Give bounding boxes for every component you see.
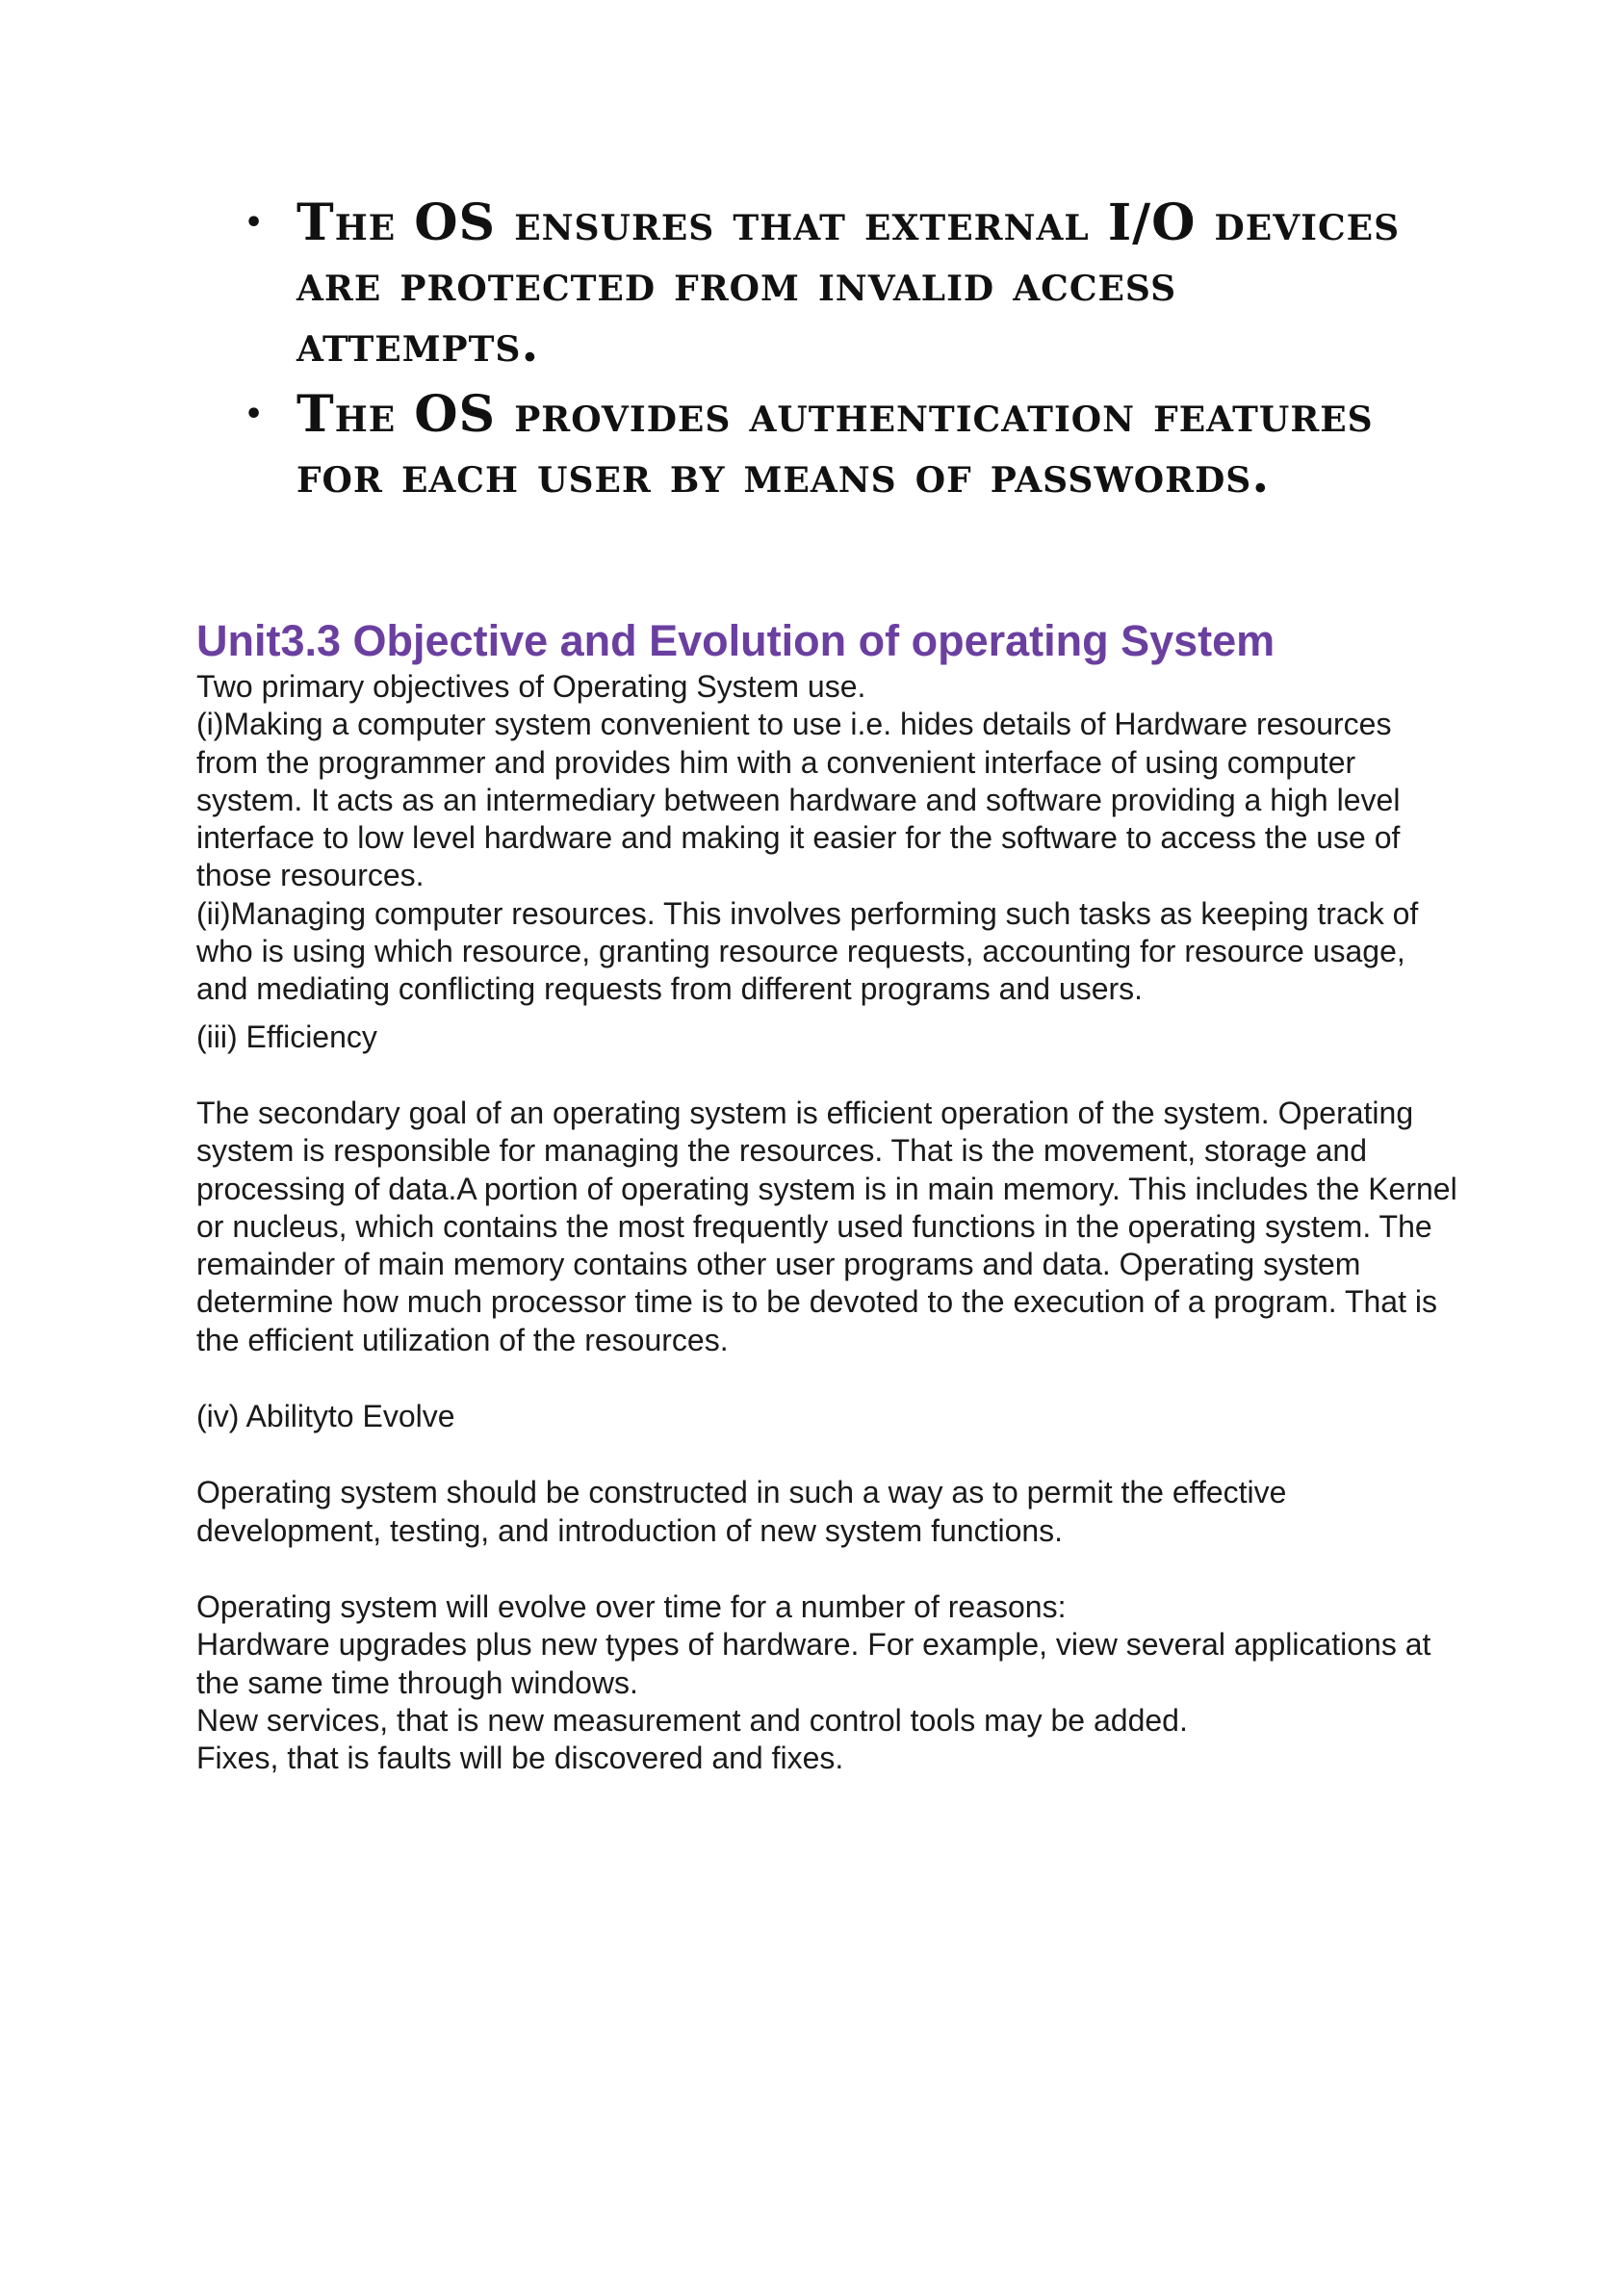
paragraph-reason-fixes: Fixes, that is faults will be discovered…	[196, 1741, 844, 1776]
paragraph-objective-1: (i)Making a computer system convenient t…	[196, 707, 1401, 893]
bullet-marker: •	[245, 206, 265, 240]
paragraph-reason-hardware: Hardware upgrades plus new types of hard…	[196, 1627, 1431, 1700]
section-heading: Unit3.3 Objective and Evolution of opera…	[196, 616, 1275, 665]
document-page: • The OS ensures that external I/O devic…	[0, 0, 1623, 2296]
bullet-text: The OS provides authentication features …	[296, 385, 1374, 504]
paragraph-intro: Two primary objectives of Operating Syst…	[196, 669, 866, 704]
paragraph-evolve: Operating system should be constructed i…	[196, 1475, 1287, 1548]
paragraph-efficiency-label: (iii) Efficiency	[196, 1019, 377, 1054]
bullet-list: • The OS ensures that external I/O devic…	[239, 193, 1432, 515]
paragraph-objective-2: (ii)Managing computer resources. This in…	[196, 895, 1419, 1007]
paragraph-evolve-label: (iv) Abilityto Evolve	[196, 1399, 455, 1434]
bullet-marker: •	[245, 398, 265, 431]
bullet-item-authentication: • The OS provides authentication feature…	[239, 384, 1432, 505]
bullet-item-io-protection: • The OS ensures that external I/O devic…	[239, 193, 1432, 374]
paragraph-efficiency: The secondary goal of an operating syste…	[196, 1095, 1457, 1357]
body-text: Two primary objectives of Operating Syst…	[196, 668, 1457, 1777]
paragraph-reasons-intro: Operating system will evolve over time f…	[196, 1588, 1067, 1624]
bullet-text: The OS ensures that external I/O devices…	[296, 193, 1401, 374]
paragraph-reason-services: New services, that is new measurement an…	[196, 1702, 1188, 1738]
